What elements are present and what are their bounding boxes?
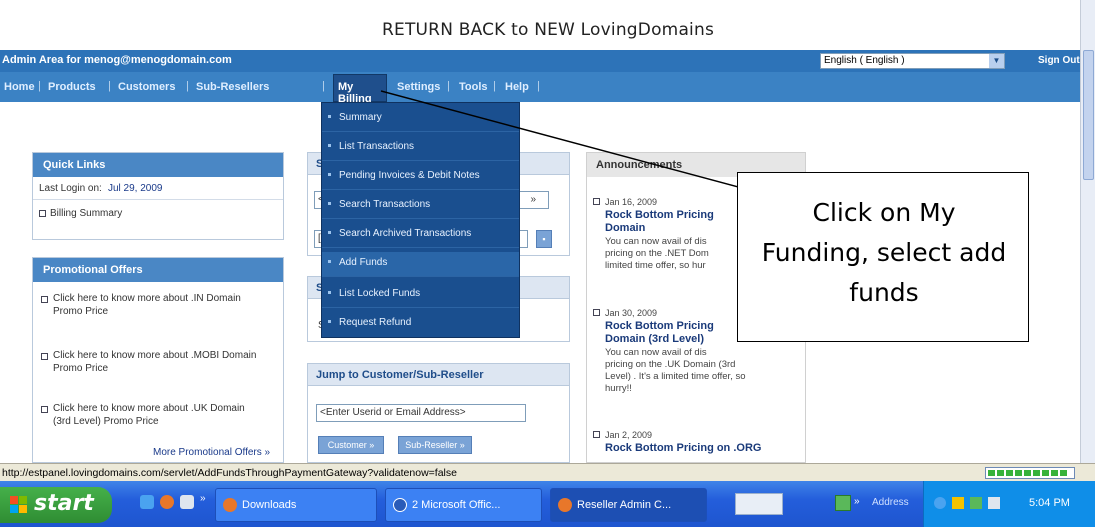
progress-block xyxy=(1006,470,1013,476)
callout-text: Click on My Funding, select add funds xyxy=(738,193,1030,313)
quick-launch-chevron[interactable]: » xyxy=(200,493,206,504)
progress-block xyxy=(1024,470,1031,476)
address-label: Address xyxy=(872,497,909,508)
firefox-icon[interactable] xyxy=(160,495,174,509)
vertical-scrollbar[interactable] xyxy=(1080,0,1095,463)
status-bar: http://estpanel.lovingdomains.com/servle… xyxy=(0,463,1095,481)
progress-block xyxy=(988,470,995,476)
progress-block xyxy=(1042,470,1049,476)
status-url: http://estpanel.lovingdomains.com/servle… xyxy=(2,467,457,479)
word-icon xyxy=(393,498,407,512)
start-button[interactable]: start xyxy=(0,487,112,523)
task-label: Downloads xyxy=(242,499,297,511)
progress-block xyxy=(1033,470,1040,476)
tray-icon[interactable] xyxy=(988,497,1000,509)
scrollbar-thumb[interactable] xyxy=(1083,50,1094,180)
task-downloads[interactable]: Downloads xyxy=(215,488,377,522)
address-go-icon[interactable] xyxy=(835,495,851,511)
firefox-icon xyxy=(223,498,237,512)
callout-line-1: Click on My xyxy=(812,198,956,227)
tray-icon[interactable] xyxy=(970,497,982,509)
progress-block xyxy=(997,470,1004,476)
network-icon[interactable] xyxy=(735,493,783,515)
progress-block xyxy=(1051,470,1058,476)
callout-line xyxy=(380,90,799,204)
desktop-icon[interactable] xyxy=(180,495,194,509)
progress-block xyxy=(1015,470,1022,476)
address-chevron[interactable]: » xyxy=(854,496,860,507)
callout-line-2: Funding, select add xyxy=(761,238,1007,267)
clock: 5:04 PM xyxy=(1029,497,1070,509)
tray-icon[interactable] xyxy=(934,497,946,509)
taskbar: start » Downloads 2 Microsoft Offic... R… xyxy=(0,481,1095,527)
task-microsoft-office[interactable]: 2 Microsoft Offic... xyxy=(385,488,542,522)
task-label: Reseller Admin C... xyxy=(577,499,672,511)
system-tray: 5:04 PM xyxy=(923,481,1095,527)
progress-block xyxy=(1060,470,1067,476)
start-label: start xyxy=(34,491,94,516)
task-reseller-admin[interactable]: Reseller Admin C... xyxy=(550,488,707,522)
firefox-icon xyxy=(558,498,572,512)
progress-bar xyxy=(985,467,1075,479)
task-label: 2 Microsoft Offic... xyxy=(412,499,501,511)
ie-icon[interactable] xyxy=(140,495,154,509)
windows-logo-icon xyxy=(10,496,27,513)
tray-icon[interactable] xyxy=(952,497,964,509)
screen: RETURN BACK to NEW LovingDomains Admin A… xyxy=(0,0,1095,527)
instruction-callout: Click on My Funding, select add funds xyxy=(737,172,1029,342)
callout-line-3: funds xyxy=(849,278,919,307)
